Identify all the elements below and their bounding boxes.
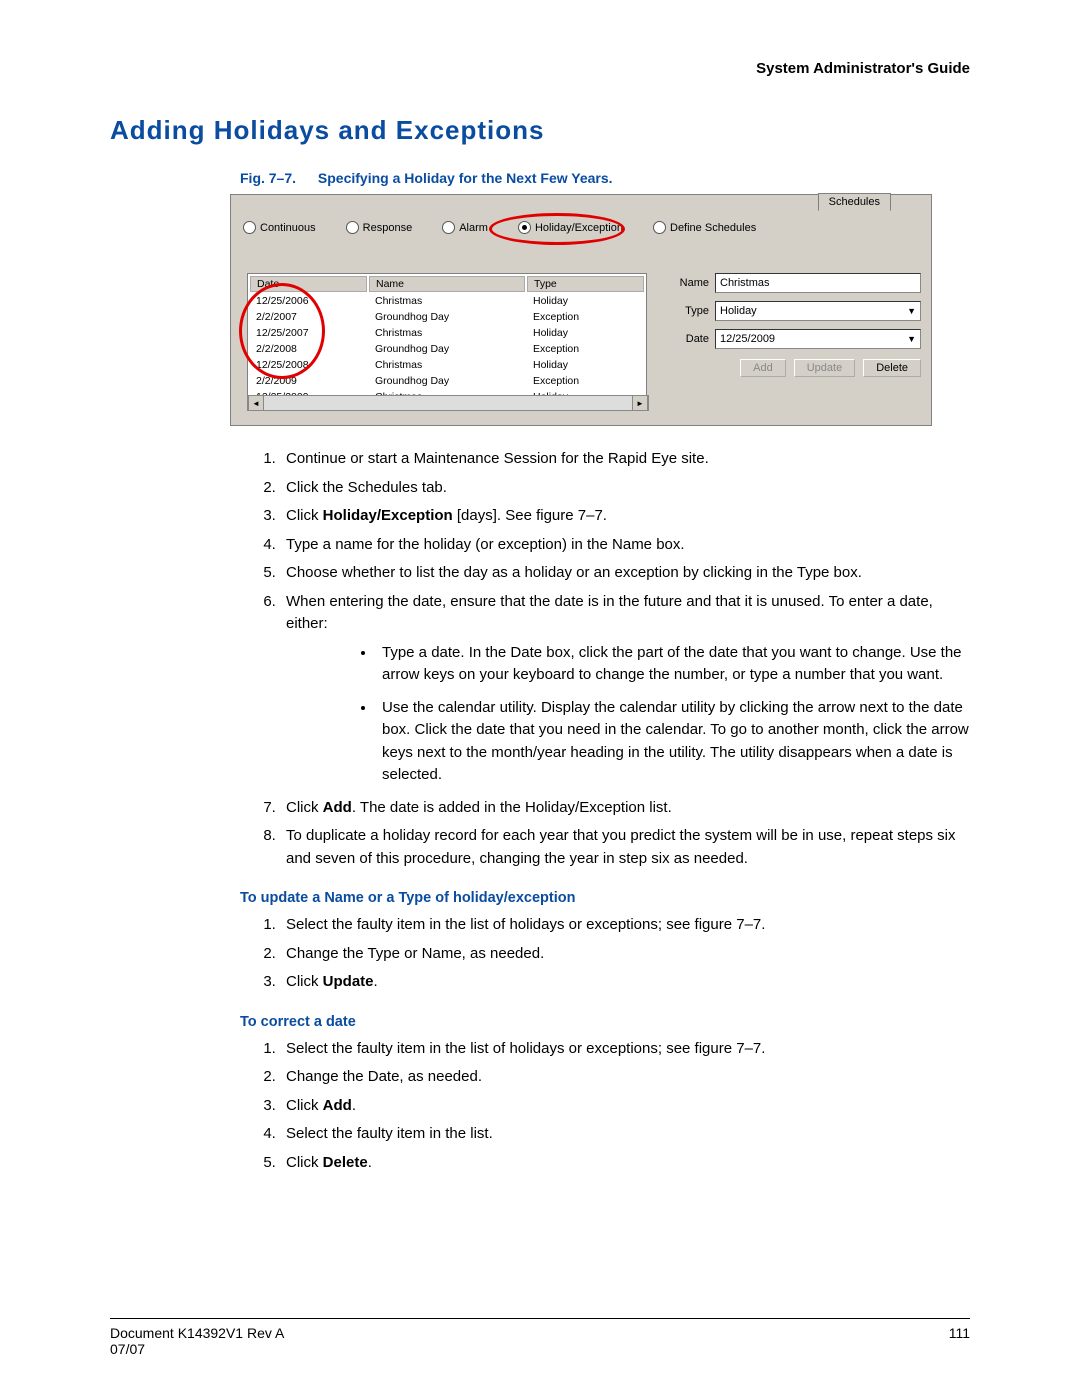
schedule-mode-radios: Continuous Response Alarm Holiday/Except…	[243, 221, 919, 234]
table-row[interactable]: 12/25/2006ChristmasHoliday	[250, 294, 644, 308]
table-row[interactable]: 12/25/2007ChristmasHoliday	[250, 326, 644, 340]
type-dropdown[interactable]: Holiday▼	[715, 301, 921, 321]
figure-caption: Fig. 7–7. Specifying a Holiday for the N…	[240, 170, 970, 186]
step: Click Holiday/Exception [days]. See figu…	[280, 505, 970, 528]
subheading-update: To update a Name or a Type of holiday/ex…	[240, 890, 970, 906]
name-field[interactable]: Christmas	[715, 273, 921, 293]
holiday-table[interactable]: Date Name Type 12/25/2006ChristmasHolida…	[247, 273, 647, 407]
step: Click Add.	[280, 1095, 970, 1118]
table-row[interactable]: 2/2/2009Groundhog DayException	[250, 374, 644, 388]
correct-steps: Select the faulty item in the list of ho…	[240, 1038, 970, 1175]
date-dropdown[interactable]: 12/25/2009▼	[715, 329, 921, 349]
header-guide: System Administrator's Guide	[110, 60, 970, 77]
radio-alarm[interactable]: Alarm	[442, 221, 488, 234]
step: Select the faulty item in the list.	[280, 1123, 970, 1146]
type-label: Type	[671, 305, 709, 317]
step: Change the Date, as needed.	[280, 1066, 970, 1089]
substep: Use the calendar utility. Display the ca…	[376, 697, 970, 787]
scroll-right-icon[interactable]: ►	[632, 396, 648, 410]
footer-page: 111	[949, 1325, 970, 1357]
table-row[interactable]: 2/2/2008Groundhog DayException	[250, 342, 644, 356]
step: Continue or start a Maintenance Session …	[280, 448, 970, 471]
substep: Type a date. In the Date box, click the …	[376, 642, 970, 687]
table-row[interactable]: 12/25/2008ChristmasHoliday	[250, 358, 644, 372]
update-steps: Select the faulty item in the list of ho…	[240, 914, 970, 994]
subheading-correct: To correct a date	[240, 1014, 970, 1030]
figure-label: Fig. 7–7.	[240, 170, 296, 186]
step: Change the Type or Name, as needed.	[280, 943, 970, 966]
scroll-left-icon[interactable]: ◄	[248, 396, 264, 410]
step: Click Update.	[280, 971, 970, 994]
footer-date: 07/07	[110, 1341, 284, 1357]
tab-schedules[interactable]: Schedules	[818, 193, 891, 211]
chevron-down-icon: ▼	[907, 334, 916, 344]
delete-button[interactable]: Delete	[863, 359, 921, 377]
step: When entering the date, ensure that the …	[280, 591, 970, 787]
radio-holiday-exception[interactable]: Holiday/Exception	[518, 221, 623, 234]
footer-doc: Document K14392V1 Rev A	[110, 1325, 284, 1341]
main-steps: Continue or start a Maintenance Session …	[240, 448, 970, 870]
date-label: Date	[671, 333, 709, 345]
col-date[interactable]: Date	[250, 276, 367, 292]
figure-screenshot: Schedules Continuous Response Alarm Holi…	[230, 194, 932, 426]
chevron-down-icon: ▼	[907, 306, 916, 316]
radio-continuous[interactable]: Continuous	[243, 221, 316, 234]
step: To duplicate a holiday record for each y…	[280, 825, 970, 870]
figure-caption-text: Specifying a Holiday for the Next Few Ye…	[318, 170, 613, 186]
update-button[interactable]: Update	[794, 359, 855, 377]
holiday-form: Name Christmas Type Holiday▼ Date 12/25/…	[671, 273, 921, 377]
add-button[interactable]: Add	[740, 359, 786, 377]
col-name[interactable]: Name	[369, 276, 525, 292]
step: Click Delete.	[280, 1152, 970, 1175]
col-type[interactable]: Type	[527, 276, 644, 292]
radio-define-schedules[interactable]: Define Schedules	[653, 221, 756, 234]
step: Click the Schedules tab.	[280, 477, 970, 500]
radio-response[interactable]: Response	[346, 221, 413, 234]
step: Select the faulty item in the list of ho…	[280, 914, 970, 937]
table-row[interactable]: 2/2/2007Groundhog DayException	[250, 310, 644, 324]
step: Type a name for the holiday (or exceptio…	[280, 534, 970, 557]
step: Click Add. The date is added in the Holi…	[280, 797, 970, 820]
horizontal-scrollbar[interactable]: ◄ ►	[247, 395, 649, 411]
page-footer: Document K14392V1 Rev A 07/07 111	[110, 1318, 970, 1357]
name-label: Name	[671, 277, 709, 289]
step: Select the faulty item in the list of ho…	[280, 1038, 970, 1061]
page-title: Adding Holidays and Exceptions	[110, 115, 970, 146]
step: Choose whether to list the day as a holi…	[280, 562, 970, 585]
